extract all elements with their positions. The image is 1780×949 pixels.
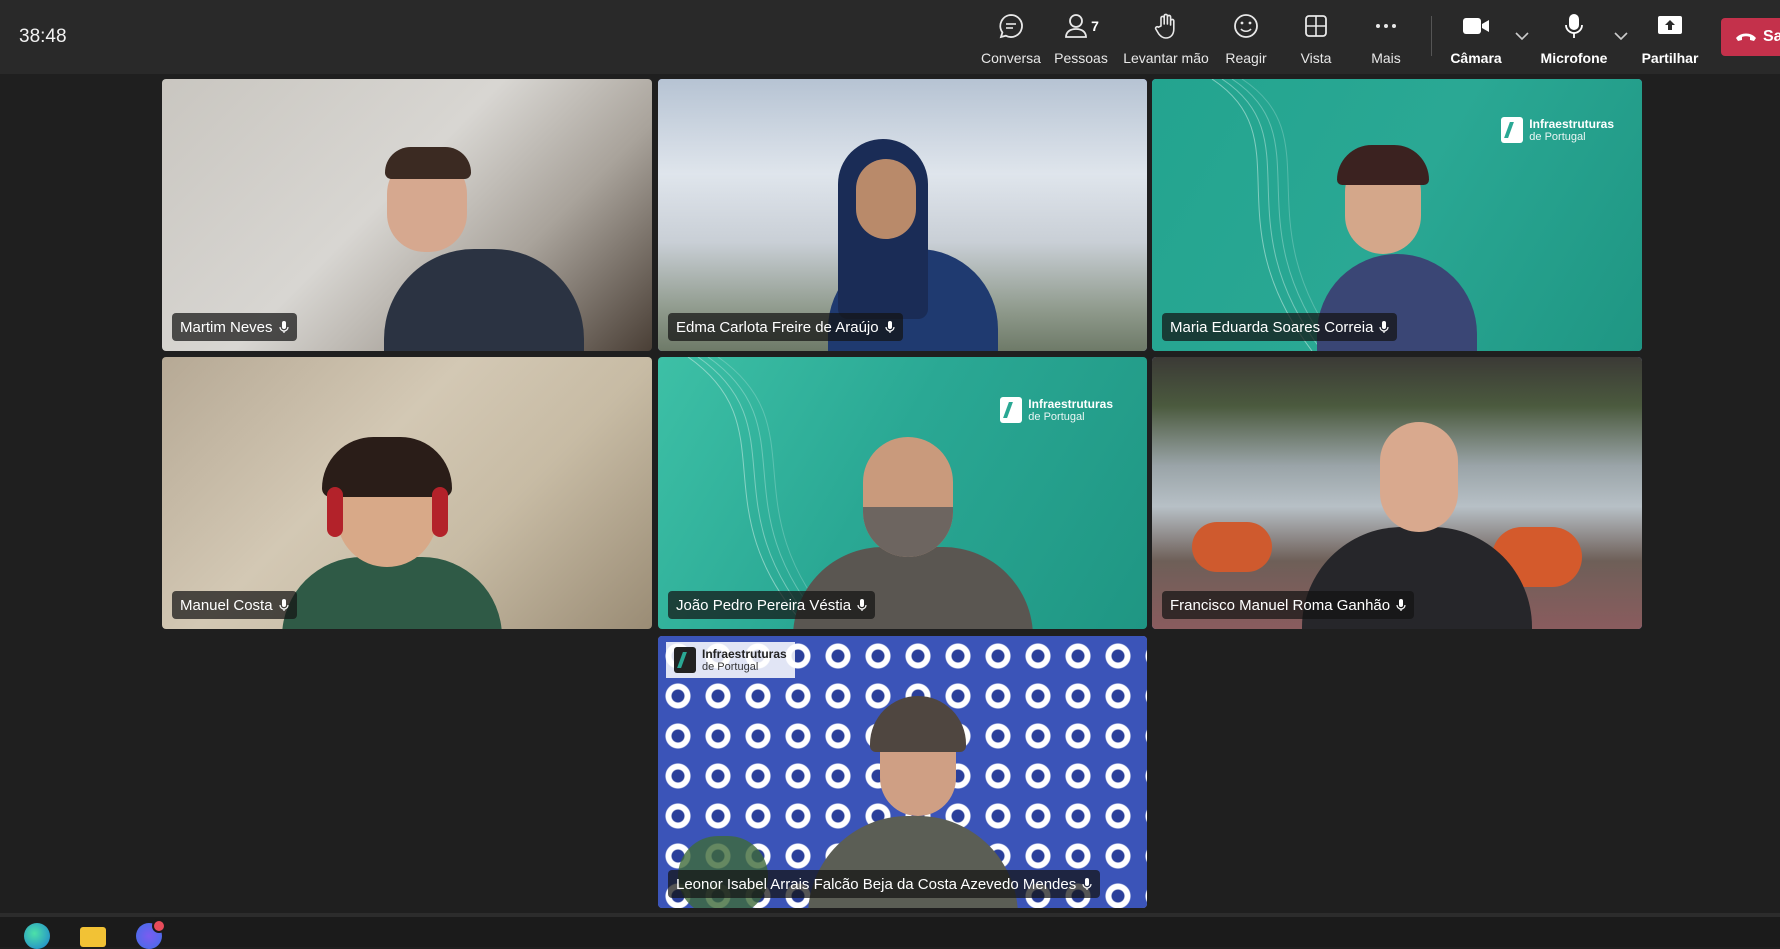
chat-button[interactable]: Conversa [971, 10, 1051, 66]
microphone-icon [1563, 10, 1585, 42]
share-label: Partilhar [1641, 50, 1699, 66]
react-label: Reagir [1225, 50, 1267, 66]
hand-icon [1153, 10, 1179, 42]
edge-icon[interactable] [24, 923, 50, 949]
raise-hand-label: Levantar mão [1123, 50, 1209, 66]
smiley-icon [1232, 10, 1260, 42]
participant-nameplate: Leonor Isabel Arrais Falcão Beja da Cost… [668, 870, 1101, 898]
microphone-icon [1396, 598, 1406, 612]
logo-line1: Infraestruturas [702, 646, 787, 661]
microphone-label: Microfone [1540, 50, 1608, 66]
grid-view-icon [1303, 10, 1329, 42]
participant-name: Maria Eduarda Soares Correia [1170, 318, 1374, 336]
camera-options-chevron-icon[interactable] [1512, 26, 1532, 46]
infraestruturas-logo: Infraestruturas de Portugal [666, 642, 795, 678]
more-button[interactable]: Mais [1346, 10, 1426, 66]
people-count-badge: 7 [1091, 18, 1099, 34]
participant-name: Manuel Costa [180, 596, 273, 614]
microphone-icon [857, 598, 867, 612]
camera-label: Câmara [1450, 50, 1502, 66]
participant-name: Edma Carlota Freire de Araújo [676, 318, 879, 336]
more-label: Mais [1371, 50, 1401, 66]
people-button[interactable]: 7 Pessoas [1041, 10, 1121, 66]
participant-nameplate: Manuel Costa [172, 591, 297, 619]
participant-nameplate: Martim Neves [172, 313, 297, 341]
meeting-toolbar: 38:48 Conversa 7 Pessoas Levantar mão Re… [0, 0, 1780, 74]
logo-line2: de Portugal [1529, 130, 1586, 143]
participant-tile-edma-carlota[interactable]: Edma Carlota Freire de Araújo [658, 79, 1147, 351]
logo-line1: Infraestruturas [1028, 396, 1113, 411]
participant-name: João Pedro Pereira Véstia [676, 596, 852, 614]
infraestruturas-logo: Infraestruturas de Portugal [1501, 117, 1614, 143]
microphone-icon [1379, 320, 1390, 334]
notification-dot-icon [152, 919, 166, 933]
participant-name: Leonor Isabel Arrais Falcão Beja da Cost… [676, 875, 1077, 893]
microphone-options-chevron-icon[interactable] [1611, 26, 1631, 46]
microphone-icon [885, 320, 895, 334]
participant-name: Martim Neves [180, 318, 273, 336]
participant-tile-joao-pedro[interactable]: Infraestruturas de Portugal João Pedro P… [658, 357, 1147, 629]
infraestruturas-logo: Infraestruturas de Portugal [1000, 397, 1113, 423]
share-button[interactable]: Partilhar [1630, 10, 1710, 66]
logo-line1: Infraestruturas [1529, 116, 1614, 131]
chat-label: Conversa [981, 50, 1041, 66]
video-gallery: Martim Neves Edma Carlota Freire de Araú… [0, 74, 1780, 913]
microphone-icon [278, 598, 289, 612]
os-taskbar [0, 913, 1780, 949]
logo-mark-icon [1000, 397, 1023, 423]
react-button[interactable]: Reagir [1206, 10, 1286, 66]
participant-tile-leonor-isabel[interactable]: Infraestruturas de Portugal Leonor Isabe… [658, 636, 1147, 908]
leave-button[interactable]: Sa [1721, 18, 1780, 56]
microphone-icon [1082, 877, 1092, 891]
logo-mark-icon [1501, 117, 1524, 143]
file-explorer-icon[interactable] [80, 927, 106, 947]
raise-hand-button[interactable]: Levantar mão [1123, 10, 1209, 66]
participant-nameplate: João Pedro Pereira Véstia [668, 591, 876, 619]
logo-mark-icon [674, 647, 696, 673]
participant-name: Francisco Manuel Roma Ganhão [1170, 596, 1391, 614]
chat-app-icon[interactable] [136, 919, 166, 949]
participant-nameplate: Francisco Manuel Roma Ganhão [1162, 591, 1415, 619]
participant-tile-francisco-manuel[interactable]: Francisco Manuel Roma Ganhão [1152, 357, 1642, 629]
meeting-timer: 38:48 [19, 26, 67, 47]
participant-tile-manuel-costa[interactable]: Manuel Costa [162, 357, 652, 629]
camera-button[interactable]: Câmara [1436, 10, 1516, 66]
people-icon [1063, 12, 1089, 40]
chat-icon [997, 10, 1025, 42]
more-icon [1373, 10, 1399, 42]
share-screen-icon [1656, 10, 1684, 42]
participant-tile-martim-neves[interactable]: Martim Neves [162, 79, 652, 351]
microphone-icon [278, 320, 289, 334]
toolbar-divider [1431, 16, 1432, 56]
participant-nameplate: Maria Eduarda Soares Correia [1162, 313, 1398, 341]
camera-icon [1461, 10, 1491, 42]
leave-label: Sa [1763, 28, 1780, 45]
logo-line2: de Portugal [1028, 410, 1085, 423]
microphone-button[interactable]: Microfone [1532, 10, 1616, 66]
view-button[interactable]: Vista [1276, 10, 1356, 66]
participant-nameplate: Edma Carlota Freire de Araújo [668, 313, 903, 341]
people-label: Pessoas [1054, 50, 1108, 66]
participant-tile-maria-eduarda[interactable]: Infraestruturas de Portugal Maria Eduard… [1152, 79, 1642, 351]
view-label: Vista [1300, 50, 1332, 66]
hang-up-icon [1735, 31, 1757, 43]
logo-line2: de Portugal [702, 660, 759, 673]
